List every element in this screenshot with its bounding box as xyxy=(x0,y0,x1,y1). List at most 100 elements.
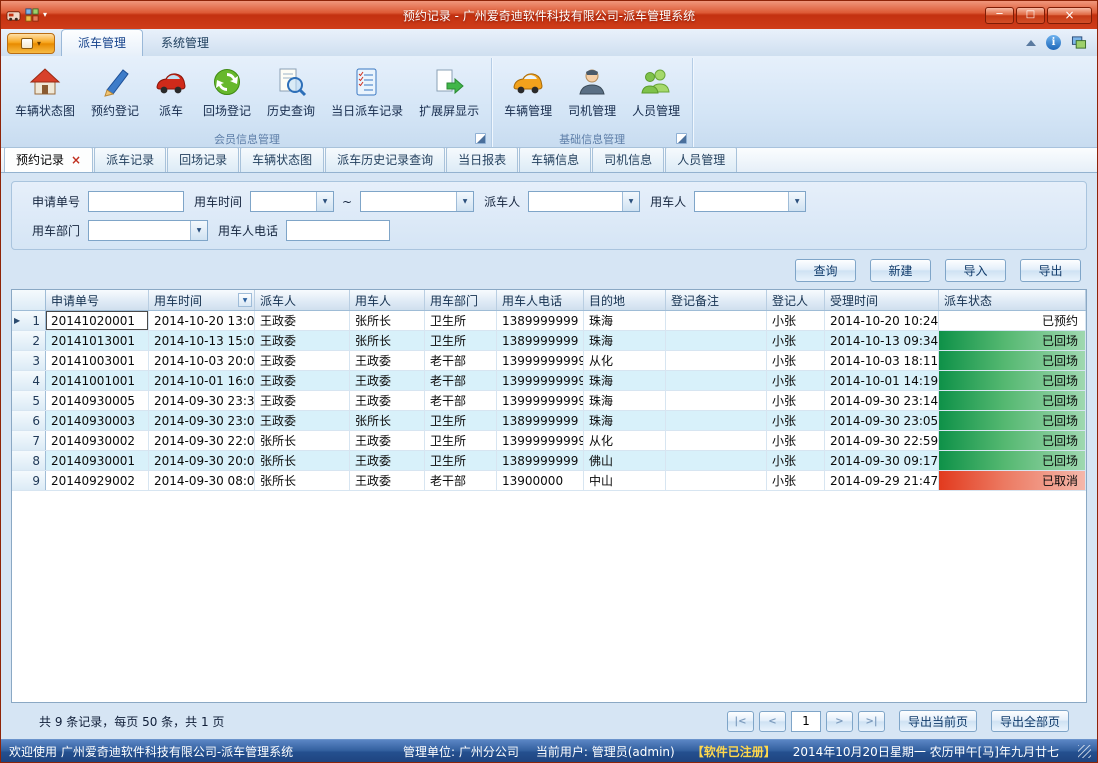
cell-apply_no[interactable]: 20140930002 xyxy=(46,431,149,450)
ribbon-button-history-query[interactable]: 历史查询 xyxy=(259,61,323,122)
cell-dispatcher[interactable]: 张所长 xyxy=(255,431,350,450)
row-header[interactable]: 6 xyxy=(12,411,46,430)
dispatcher-dropdown[interactable]: ▼ xyxy=(528,191,640,212)
cell-phone[interactable]: 13999999999 xyxy=(497,391,584,410)
cell-accept_time[interactable]: 2014-10-13 09:34 xyxy=(825,331,939,350)
cell-registrar[interactable]: 小张 xyxy=(767,391,825,410)
cell-apply_no[interactable]: 20140930005 xyxy=(46,391,149,410)
cell-registrar[interactable]: 小张 xyxy=(767,451,825,470)
use-time-from-dropdown[interactable]: ▼ xyxy=(250,191,334,212)
cell-destination[interactable]: 珠海 xyxy=(584,411,666,430)
info-button[interactable]: i xyxy=(1046,35,1061,50)
export-button[interactable]: 导出 xyxy=(1020,259,1081,282)
titlebar[interactable]: ▾ 预约记录 - 广州爱奇迪软件科技有限公司-派车管理系统 ─ □ × xyxy=(1,1,1097,29)
cell-registrar[interactable]: 小张 xyxy=(767,371,825,390)
column-header-registrar[interactable]: 登记人 xyxy=(767,290,825,310)
use-time-to-dropdown[interactable]: ▼ xyxy=(360,191,474,212)
ribbon-button-vehicle-management[interactable]: 车辆管理 xyxy=(496,61,560,122)
grid-row[interactable]: 2201410130012014-10-13 15:00王政委张所长卫生所138… xyxy=(12,331,1086,351)
cell-status[interactable]: 已回场 xyxy=(939,391,1086,410)
cell-apply_no[interactable]: 20140930003 xyxy=(46,411,149,430)
cell-registrar[interactable]: 小张 xyxy=(767,431,825,450)
grid-row[interactable]: 4201410010012014-10-01 16:00王政委王政委老干部139… xyxy=(12,371,1086,391)
column-header-apply_no[interactable]: 申请单号 xyxy=(46,290,149,310)
row-header[interactable]: 7 xyxy=(12,431,46,450)
grid-row[interactable]: 6201409300032014-09-30 23:00王政委张所长卫生所138… xyxy=(12,411,1086,431)
query-button[interactable]: 查询 xyxy=(795,259,856,282)
collapse-ribbon-button[interactable] xyxy=(1026,40,1036,46)
export-current-page-button[interactable]: 导出当前页 xyxy=(899,710,977,732)
cell-user[interactable]: 王政委 xyxy=(350,471,425,490)
column-header-user[interactable]: 用车人 xyxy=(350,290,425,310)
doc-tab-return-records[interactable]: 回场记录 xyxy=(167,147,239,172)
cell-destination[interactable]: 从化 xyxy=(584,431,666,450)
cell-accept_time[interactable]: 2014-09-30 09:17 xyxy=(825,451,939,470)
column-header-remark[interactable]: 登记备注 xyxy=(666,290,767,310)
column-header-status[interactable]: 派车状态 xyxy=(939,290,1086,310)
cell-registrar[interactable]: 小张 xyxy=(767,351,825,370)
cell-registrar[interactable]: 小张 xyxy=(767,331,825,350)
close-button[interactable]: × xyxy=(1047,7,1092,24)
cell-destination[interactable]: 珠海 xyxy=(584,331,666,350)
cell-destination[interactable]: 中山 xyxy=(584,471,666,490)
cell-user[interactable]: 张所长 xyxy=(350,311,425,330)
cell-department[interactable]: 老干部 xyxy=(425,371,497,390)
cell-apply_no[interactable]: 20141003001 xyxy=(46,351,149,370)
cell-use_time[interactable]: 2014-09-30 08:00 xyxy=(149,471,255,490)
cell-status[interactable]: 已回场 xyxy=(939,331,1086,350)
skin-switch-button[interactable] xyxy=(1071,35,1087,50)
maximize-button[interactable]: □ xyxy=(1016,7,1045,24)
cell-registrar[interactable]: 小张 xyxy=(767,311,825,330)
grid-row[interactable]: ▶1201410200012014-10-20 13:00王政委张所长卫生所13… xyxy=(12,311,1086,331)
grid-row[interactable]: 8201409300012014-09-30 20:00张所长王政委卫生所138… xyxy=(12,451,1086,471)
cell-use_time[interactable]: 2014-10-01 16:00 xyxy=(149,371,255,390)
cell-accept_time[interactable]: 2014-09-30 22:59 xyxy=(825,431,939,450)
cell-dispatcher[interactable]: 王政委 xyxy=(255,411,350,430)
cell-status[interactable]: 已回场 xyxy=(939,451,1086,470)
cell-user[interactable]: 王政委 xyxy=(350,431,425,450)
cell-department[interactable]: 卫生所 xyxy=(425,451,497,470)
row-header[interactable]: 3 xyxy=(12,351,46,370)
cell-status[interactable]: 已回场 xyxy=(939,371,1086,390)
doc-tab-reservation-records[interactable]: 预约记录× xyxy=(4,147,93,172)
cell-accept_time[interactable]: 2014-09-30 23:14 xyxy=(825,391,939,410)
grid-row[interactable]: 3201410030012014-10-03 20:00王政委王政委老干部139… xyxy=(12,351,1086,371)
create-button[interactable]: 新建 xyxy=(870,259,931,282)
cell-department[interactable]: 老干部 xyxy=(425,351,497,370)
cell-registrar[interactable]: 小张 xyxy=(767,411,825,430)
ribbon-tab-dispatch-management[interactable]: 派车管理 xyxy=(61,29,143,56)
row-header[interactable]: ▶1 xyxy=(12,311,46,330)
cell-dispatcher[interactable]: 王政委 xyxy=(255,371,350,390)
grid-row[interactable]: 7201409300022014-09-30 22:00张所长王政委卫生所139… xyxy=(12,431,1086,451)
cell-remark[interactable] xyxy=(666,331,767,350)
cell-department[interactable]: 老干部 xyxy=(425,391,497,410)
ribbon-button-today-dispatch-records[interactable]: 当日派车记录 xyxy=(323,61,411,122)
column-header-use_time[interactable]: 用车时间▼ xyxy=(149,290,255,310)
ribbon-button-extended-screen[interactable]: 扩展屏显示 xyxy=(411,61,487,122)
cell-dispatcher[interactable]: 王政委 xyxy=(255,331,350,350)
column-header-phone[interactable]: 用车人电话 xyxy=(497,290,584,310)
ribbon-button-dispatch[interactable]: 派车 xyxy=(147,61,195,122)
cell-remark[interactable] xyxy=(666,311,767,330)
cell-department[interactable]: 卫生所 xyxy=(425,331,497,350)
cell-accept_time[interactable]: 2014-10-20 10:24 xyxy=(825,311,939,330)
cell-status[interactable]: 已回场 xyxy=(939,351,1086,370)
cell-destination[interactable]: 珠海 xyxy=(584,311,666,330)
cell-dispatcher[interactable]: 张所长 xyxy=(255,471,350,490)
cell-use_time[interactable]: 2014-09-30 23:00 xyxy=(149,411,255,430)
cell-use_time[interactable]: 2014-09-30 23:30 xyxy=(149,391,255,410)
cell-user[interactable]: 张所长 xyxy=(350,331,425,350)
cell-dispatcher[interactable]: 王政委 xyxy=(255,311,350,330)
prev-page-button[interactable]: < xyxy=(759,711,786,732)
cell-remark[interactable] xyxy=(666,371,767,390)
cell-accept_time[interactable]: 2014-10-01 14:19 xyxy=(825,371,939,390)
department-dropdown[interactable]: ▼ xyxy=(88,220,208,241)
cell-department[interactable]: 卫生所 xyxy=(425,311,497,330)
minimize-button[interactable]: ─ xyxy=(985,7,1014,24)
cell-department[interactable]: 老干部 xyxy=(425,471,497,490)
cell-user[interactable]: 张所长 xyxy=(350,411,425,430)
cell-phone[interactable]: 13999999999 xyxy=(497,431,584,450)
application-menu-button[interactable]: ▾ xyxy=(7,33,55,54)
cell-remark[interactable] xyxy=(666,351,767,370)
cell-use_time[interactable]: 2014-10-20 13:00 xyxy=(149,311,255,330)
